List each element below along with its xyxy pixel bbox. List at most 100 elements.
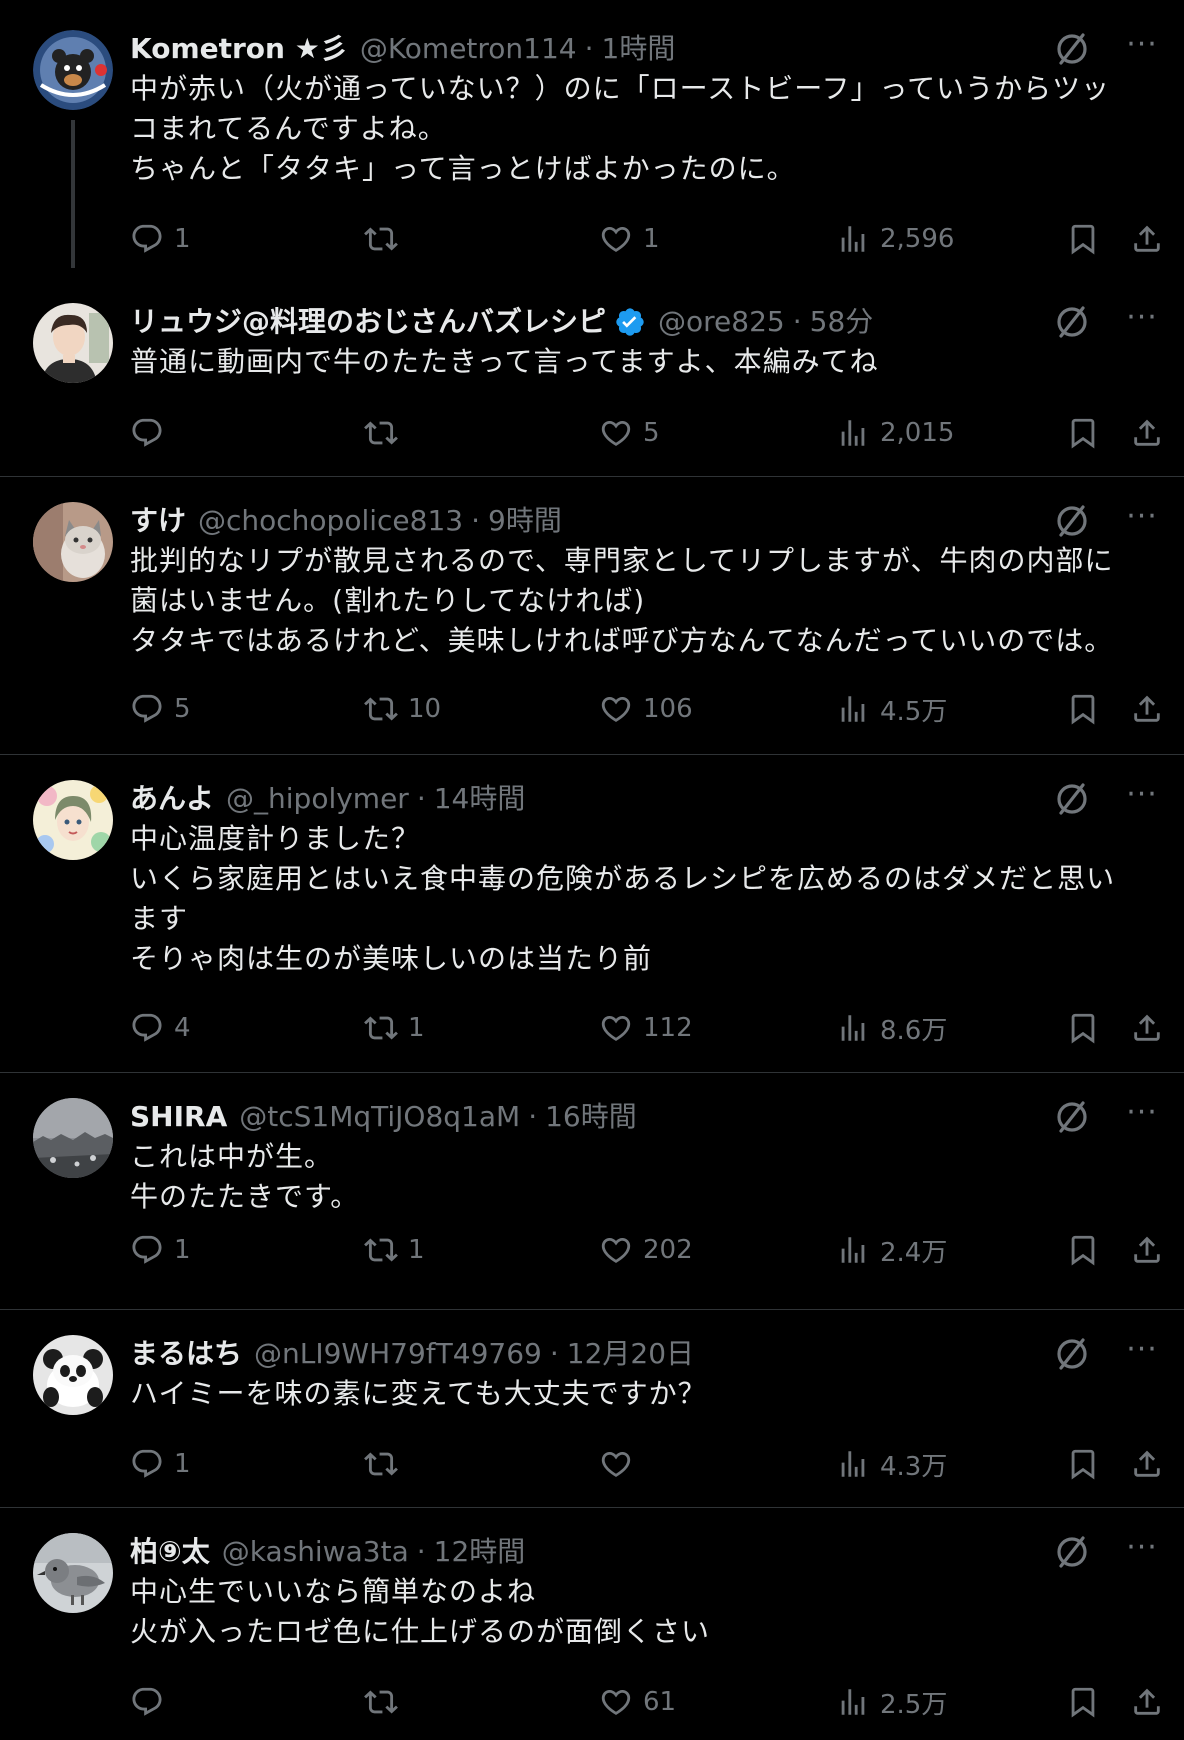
like-button[interactable]: 5 xyxy=(599,411,660,455)
user-handle[interactable]: @chochopolice813 xyxy=(198,501,463,541)
retweet-button[interactable] xyxy=(364,217,408,261)
tweet[interactable]: すけ @chochopolice813 · 9時間 ··· 批判的なリプが散見されるので、… xyxy=(0,477,1184,755)
grok-icon[interactable] xyxy=(1052,1532,1092,1572)
share-button[interactable] xyxy=(1130,1680,1164,1724)
display-name[interactable]: SHIRA xyxy=(130,1097,227,1137)
bar-chart-icon xyxy=(836,416,870,450)
tweet-text-line: いくら家庭用とはいえ食中毒の危険があるレシピを広めるのはダメだと思い xyxy=(130,862,1116,895)
like-button[interactable]: 61 xyxy=(599,1680,676,1724)
bookmark-icon xyxy=(1066,222,1100,256)
views-button[interactable]: 8.6万 xyxy=(836,1006,947,1050)
more-options-icon[interactable]: ··· xyxy=(1122,1093,1162,1133)
retweet-button[interactable] xyxy=(364,1442,408,1486)
timestamp[interactable]: 14時間 xyxy=(434,779,526,819)
tweet-text: ハイミーを味の素に変えても大丈夫ですか？ xyxy=(130,1374,1154,1414)
bookmark-button[interactable] xyxy=(1066,1006,1100,1050)
reply-button[interactable] xyxy=(130,1680,174,1724)
bookmark-button[interactable] xyxy=(1066,217,1100,261)
views-button[interactable]: 2,596 xyxy=(836,217,954,261)
display-name[interactable]: まるはち xyxy=(130,1334,242,1374)
reply-button[interactable]: 5 xyxy=(130,687,191,731)
bookmark-button[interactable] xyxy=(1066,1228,1100,1272)
user-handle[interactable]: @Kometron114 xyxy=(360,29,577,69)
anyo-illustration-avatar[interactable] xyxy=(33,780,113,860)
grok-icon[interactable] xyxy=(1052,1097,1092,1137)
share-button[interactable] xyxy=(1130,1442,1164,1486)
tweet[interactable]: あんよ @_hipolymer · 14時間 ··· 中心温度計りました？ いくら家庭用とは… xyxy=(0,755,1184,1073)
views-button[interactable]: 2.5万 xyxy=(836,1680,947,1724)
user-handle[interactable]: @ore825 xyxy=(658,302,785,342)
grok-icon[interactable] xyxy=(1052,29,1092,69)
reply-button[interactable]: 4 xyxy=(130,1006,191,1050)
timestamp[interactable]: 16時間 xyxy=(545,1097,637,1137)
retweet-button[interactable]: 10 xyxy=(364,687,441,731)
more-options-icon[interactable]: ··· xyxy=(1122,1330,1162,1370)
views-button[interactable]: 2.4万 xyxy=(836,1228,947,1272)
share-button[interactable] xyxy=(1130,1228,1164,1272)
more-options-icon[interactable]: ··· xyxy=(1122,497,1162,537)
user-handle[interactable]: @tcS1MqTiJO8q1aM xyxy=(239,1097,520,1137)
like-button[interactable] xyxy=(599,1442,643,1486)
retweet-button[interactable]: 1 xyxy=(364,1006,425,1050)
more-options-icon[interactable]: ··· xyxy=(1122,1528,1162,1568)
like-button[interactable]: 112 xyxy=(599,1006,693,1050)
maruhachi-panda-avatar[interactable] xyxy=(33,1335,113,1415)
timestamp[interactable]: 58分 xyxy=(810,302,874,342)
timestamp[interactable]: 9時間 xyxy=(488,501,562,541)
bookmark-button[interactable] xyxy=(1066,1442,1100,1486)
timestamp[interactable]: 12月20日 xyxy=(567,1334,694,1374)
shira-landscape-avatar[interactable] xyxy=(33,1098,113,1178)
tweet[interactable]: 柏⑨太 @kashiwa3ta · 12時間 ··· 中心生でいいなら簡単なのよね 火が入っ… xyxy=(0,1508,1184,1740)
timestamp[interactable]: 1時間 xyxy=(602,29,676,69)
user-handle[interactable]: @nLI9WH79fT49769 xyxy=(254,1334,542,1374)
views-button[interactable]: 4.3万 xyxy=(836,1442,947,1486)
ryuji-avatar[interactable] xyxy=(33,303,113,383)
display-name[interactable]: あんよ xyxy=(130,779,214,819)
kometron-avatar[interactable] xyxy=(33,30,113,110)
views-button[interactable]: 2,015 xyxy=(836,411,954,455)
retweet-button[interactable]: 1 xyxy=(364,1228,425,1272)
tweet-text-line: 批判的なリプが散見されるので、専門家としてリプしますが、牛肉の内部に xyxy=(130,544,1114,577)
reply-button[interactable]: 1 xyxy=(130,1228,191,1272)
kashiwa-bird-avatar[interactable] xyxy=(33,1533,113,1613)
like-button[interactable]: 202 xyxy=(599,1228,693,1272)
share-button[interactable] xyxy=(1130,1006,1164,1050)
share-button[interactable] xyxy=(1130,411,1164,455)
tweet[interactable]: まるはち @nLI9WH79fT49769 · 12月20日 ··· ハイミーを味の素に変… xyxy=(0,1310,1184,1508)
timestamp[interactable]: 12時間 xyxy=(434,1532,526,1572)
retweet-button[interactable] xyxy=(364,1680,408,1724)
tweet[interactable]: SHIRA @tcS1MqTiJO8q1aM · 16時間 ··· これは中が生。 牛のたた… xyxy=(0,1073,1184,1310)
user-handle[interactable]: @kashiwa3ta xyxy=(222,1532,409,1572)
display-name[interactable]: 柏⑨太 xyxy=(130,1532,210,1572)
suke-cat-avatar[interactable] xyxy=(33,502,113,582)
more-options-icon[interactable]: ··· xyxy=(1122,775,1162,815)
tweet[interactable]: Kometron ★彡 @Kometron114 · 1時間 ··· 中が赤い（火が通って… xyxy=(0,0,1184,268)
bookmark-button[interactable] xyxy=(1066,1680,1100,1724)
bookmark-button[interactable] xyxy=(1066,687,1100,731)
separator-dot: · xyxy=(416,1535,426,1568)
display-name[interactable]: リュウジ@料理のおじさんバズレシピ xyxy=(130,302,606,342)
like-button[interactable]: 1 xyxy=(599,217,660,261)
heart-icon xyxy=(599,1685,633,1719)
share-button[interactable] xyxy=(1130,217,1164,261)
views-button[interactable]: 4.5万 xyxy=(836,687,947,731)
more-options-icon[interactable]: ··· xyxy=(1122,298,1162,338)
grok-icon[interactable] xyxy=(1052,302,1092,342)
share-button[interactable] xyxy=(1130,687,1164,731)
grok-icon[interactable] xyxy=(1052,779,1092,819)
more-options-icon[interactable]: ··· xyxy=(1122,25,1162,65)
reply-button[interactable]: 1 xyxy=(130,1442,191,1486)
retweet-button[interactable] xyxy=(364,411,408,455)
likes-count: 112 xyxy=(643,1013,693,1043)
grok-icon[interactable] xyxy=(1052,501,1092,541)
tweet[interactable]: リュウジ@料理のおじさんバズレシピ @ore825 · 58分 ··· 普通に動画内で牛の… xyxy=(0,268,1184,477)
like-button[interactable]: 106 xyxy=(599,687,693,731)
reply-button[interactable]: 1 xyxy=(130,217,191,261)
display-name[interactable]: すけ xyxy=(130,501,186,541)
user-handle[interactable]: @_hipolymer xyxy=(226,779,409,819)
views-count: 8.6万 xyxy=(880,1015,948,1046)
grok-icon[interactable] xyxy=(1052,1334,1092,1374)
display-name[interactable]: Kometron ★彡 xyxy=(130,29,348,69)
bookmark-button[interactable] xyxy=(1066,411,1100,455)
reply-button[interactable] xyxy=(130,411,174,455)
